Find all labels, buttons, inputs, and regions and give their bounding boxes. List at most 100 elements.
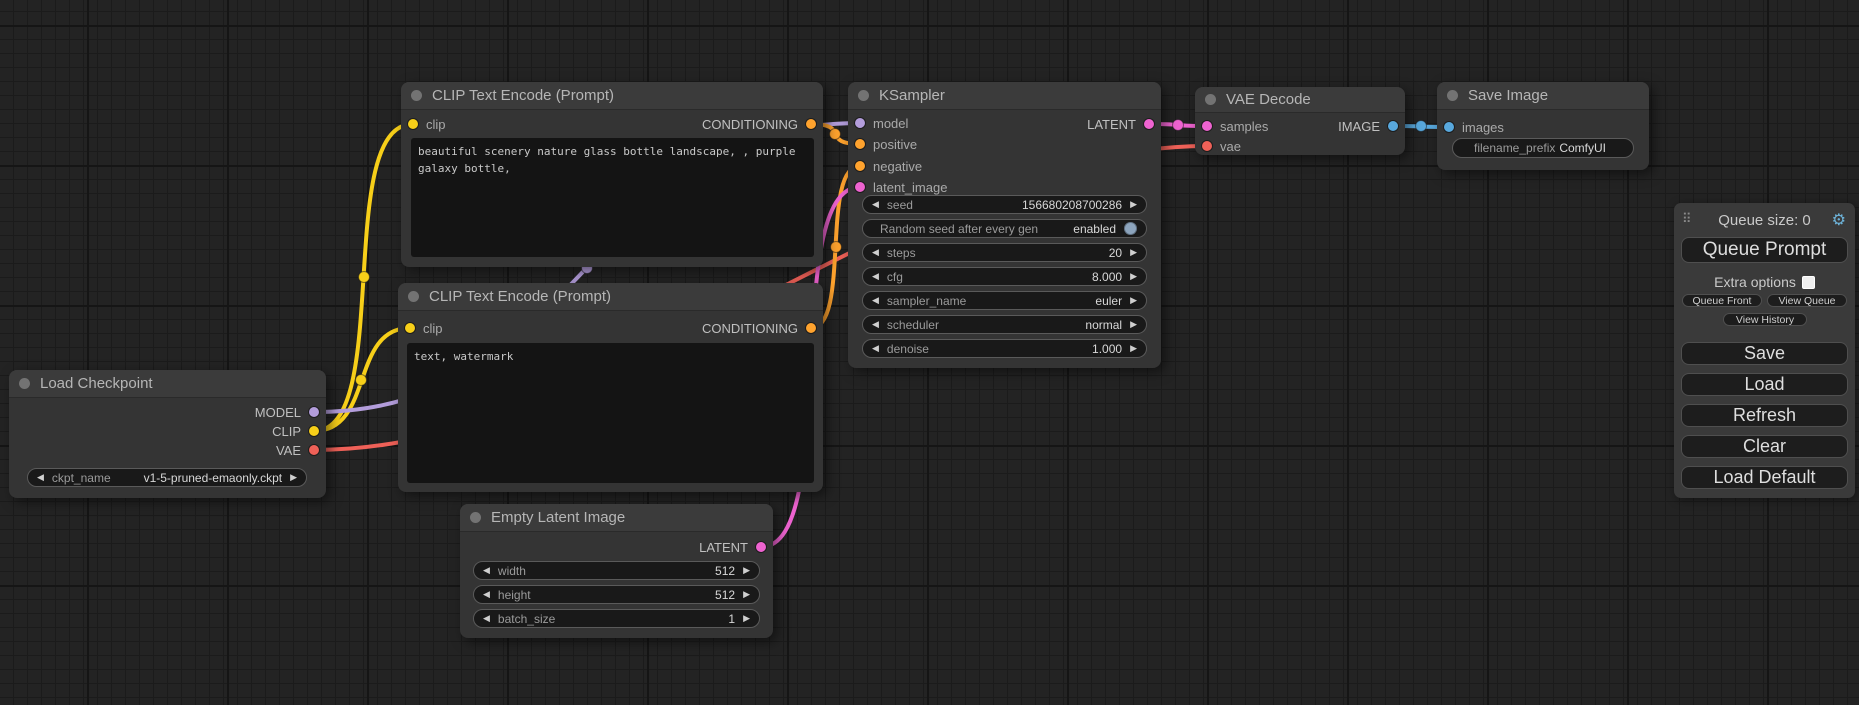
cfg-widget[interactable]: ◀ cfg 8.000 ▶ (862, 267, 1147, 286)
node-clip-text-encode-negative[interactable]: CLIP Text Encode (Prompt) clip CONDITION… (398, 283, 823, 492)
checkpoint-clip-to-positive-prompt-wire-dot (359, 272, 370, 283)
scheduler-widget[interactable]: ◀ scheduler normal ▶ (862, 315, 1147, 334)
queue-prompt-button[interactable]: Queue Prompt (1681, 237, 1848, 263)
increment-arrow-icon[interactable]: ▶ (1130, 320, 1137, 329)
ckpt-name-widget[interactable]: ◀ ckpt_name v1-5-pruned-emaonly.ckpt ▶ (27, 468, 307, 487)
node-ksampler[interactable]: KSampler model positive negative latent_… (848, 82, 1161, 368)
decrement-arrow-icon[interactable]: ◀ (872, 344, 879, 353)
increment-arrow-icon[interactable]: ▶ (743, 590, 750, 599)
steps-widget[interactable]: ◀ steps 20 ▶ (862, 243, 1147, 262)
positive-prompt-textarea[interactable]: beautiful scenery nature glass bottle la… (411, 138, 814, 257)
node-header[interactable]: Save Image (1437, 82, 1649, 110)
conditioning-output: CONDITIONING (398, 320, 823, 336)
node-clip-text-encode-positive[interactable]: CLIP Text Encode (Prompt) clip CONDITION… (401, 82, 823, 267)
denoise-widget[interactable]: ◀ denoise 1.000 ▶ (862, 339, 1147, 358)
image-output: IMAGE (1195, 118, 1405, 134)
node-title: Save Image (1468, 87, 1548, 104)
decrement-arrow-icon[interactable]: ◀ (37, 473, 44, 482)
latent-output: LATENT (848, 116, 1161, 132)
collapse-dot[interactable] (858, 90, 869, 101)
decrement-arrow-icon[interactable]: ◀ (872, 248, 879, 257)
collapse-dot[interactable] (19, 378, 30, 389)
decrement-arrow-icon[interactable]: ◀ (872, 272, 879, 281)
checkpoint-clip-to-negative-prompt-wire-dot (356, 375, 367, 386)
image-output-port[interactable] (1388, 121, 1398, 131)
view-history-button[interactable]: View History (1723, 313, 1807, 326)
queue-front-button[interactable]: Queue Front (1682, 294, 1762, 307)
node-header[interactable]: VAE Decode (1195, 87, 1405, 113)
vae-image-to-save-image-wire-dot (1416, 121, 1427, 132)
negative-conditioning-to-ksampler-wire-dot (831, 242, 842, 253)
node-title: VAE Decode (1226, 91, 1311, 108)
latent-image-input: latent_image (848, 179, 1161, 195)
gear-icon[interactable]: ⚙ (1832, 210, 1846, 230)
node-title: Load Checkpoint (40, 375, 153, 392)
increment-arrow-icon[interactable]: ▶ (743, 566, 750, 575)
batch-size-widget[interactable]: ◀ batch_size 1 ▶ (473, 609, 760, 628)
load-default-button[interactable]: Load Default (1681, 466, 1848, 489)
node-empty-latent-image[interactable]: Empty Latent Image LATENT ◀ width 512 ▶ … (460, 504, 773, 638)
sampler-name-widget[interactable]: ◀ sampler_name euler ▶ (862, 291, 1147, 310)
extra-options-checkbox[interactable] (1802, 276, 1815, 289)
collapse-dot[interactable] (408, 291, 419, 302)
decrement-arrow-icon[interactable]: ◀ (483, 614, 490, 623)
latent-output-port[interactable] (1144, 119, 1154, 129)
negative-input-port[interactable] (855, 161, 865, 171)
node-save-image[interactable]: Save Image images filename_prefix ComfyU… (1437, 82, 1649, 170)
vae-output-port[interactable] (309, 445, 319, 455)
clear-button[interactable]: Clear (1681, 435, 1848, 458)
decrement-arrow-icon[interactable]: ◀ (872, 296, 879, 305)
decrement-arrow-icon[interactable]: ◀ (483, 566, 490, 575)
node-header[interactable]: Load Checkpoint (9, 370, 326, 398)
increment-arrow-icon[interactable]: ▶ (1130, 344, 1137, 353)
node-header[interactable]: CLIP Text Encode (Prompt) (398, 283, 823, 311)
node-header[interactable]: CLIP Text Encode (Prompt) (401, 82, 823, 110)
increment-arrow-icon[interactable]: ▶ (1130, 272, 1137, 281)
latent-image-input-port[interactable] (855, 182, 865, 192)
conditioning-output-port[interactable] (806, 119, 816, 129)
decrement-arrow-icon[interactable]: ◀ (483, 590, 490, 599)
positive-input: positive (848, 136, 1161, 152)
vae-input-port[interactable] (1202, 141, 1212, 151)
node-vae-decode[interactable]: VAE Decode samples vae IMAGE (1195, 87, 1405, 155)
clip-output-port[interactable] (309, 426, 319, 436)
height-widget[interactable]: ◀ height 512 ▶ (473, 585, 760, 604)
conditioning-output-port[interactable] (806, 323, 816, 333)
refresh-button[interactable]: Refresh (1681, 404, 1848, 427)
latent-output-port[interactable] (756, 542, 766, 552)
queue-panel-header: ⠿ Queue size: 0 ⚙ (1674, 211, 1855, 229)
increment-arrow-icon[interactable]: ▶ (1130, 248, 1137, 257)
conditioning-output: CONDITIONING (401, 116, 823, 132)
decrement-arrow-icon[interactable]: ◀ (872, 200, 879, 209)
increment-arrow-icon[interactable]: ▶ (1130, 296, 1137, 305)
negative-prompt-textarea[interactable]: text, watermark (407, 343, 814, 483)
increment-arrow-icon[interactable]: ▶ (1130, 200, 1137, 209)
collapse-dot[interactable] (470, 512, 481, 523)
node-title: Empty Latent Image (491, 509, 625, 526)
node-header[interactable]: Empty Latent Image (460, 504, 773, 532)
filename-prefix-widget[interactable]: filename_prefix ComfyUI (1452, 138, 1634, 158)
drag-handle-icon[interactable]: ⠿ (1682, 211, 1692, 227)
save-button[interactable]: Save (1681, 342, 1848, 365)
collapse-dot[interactable] (1447, 90, 1458, 101)
node-title: CLIP Text Encode (Prompt) (432, 87, 614, 104)
node-header[interactable]: KSampler (848, 82, 1161, 110)
load-button[interactable]: Load (1681, 373, 1848, 396)
images-input-port[interactable] (1444, 122, 1454, 132)
collapse-dot[interactable] (411, 90, 422, 101)
images-input: images (1437, 119, 1649, 135)
random-seed-toggle-widget[interactable]: Random seed after every gen enabled (862, 219, 1147, 238)
ksampler-latent-to-samples-wire-dot (1173, 120, 1184, 131)
increment-arrow-icon[interactable]: ▶ (743, 614, 750, 623)
decrement-arrow-icon[interactable]: ◀ (872, 320, 879, 329)
model-output-port[interactable] (309, 407, 319, 417)
view-queue-button[interactable]: View Queue (1767, 294, 1847, 307)
collapse-dot[interactable] (1205, 94, 1216, 105)
node-load-checkpoint[interactable]: Load Checkpoint MODEL CLIP VAE ◀ ckpt_na… (9, 370, 326, 498)
increment-arrow-icon[interactable]: ▶ (290, 473, 297, 482)
positive-input-port[interactable] (855, 139, 865, 149)
toggle-indicator[interactable] (1124, 222, 1137, 235)
node-graph-canvas[interactable]: Load Checkpoint MODEL CLIP VAE ◀ ckpt_na… (0, 0, 1859, 705)
seed-widget[interactable]: ◀ seed 156680208700286 ▶ (862, 195, 1147, 214)
width-widget[interactable]: ◀ width 512 ▶ (473, 561, 760, 580)
